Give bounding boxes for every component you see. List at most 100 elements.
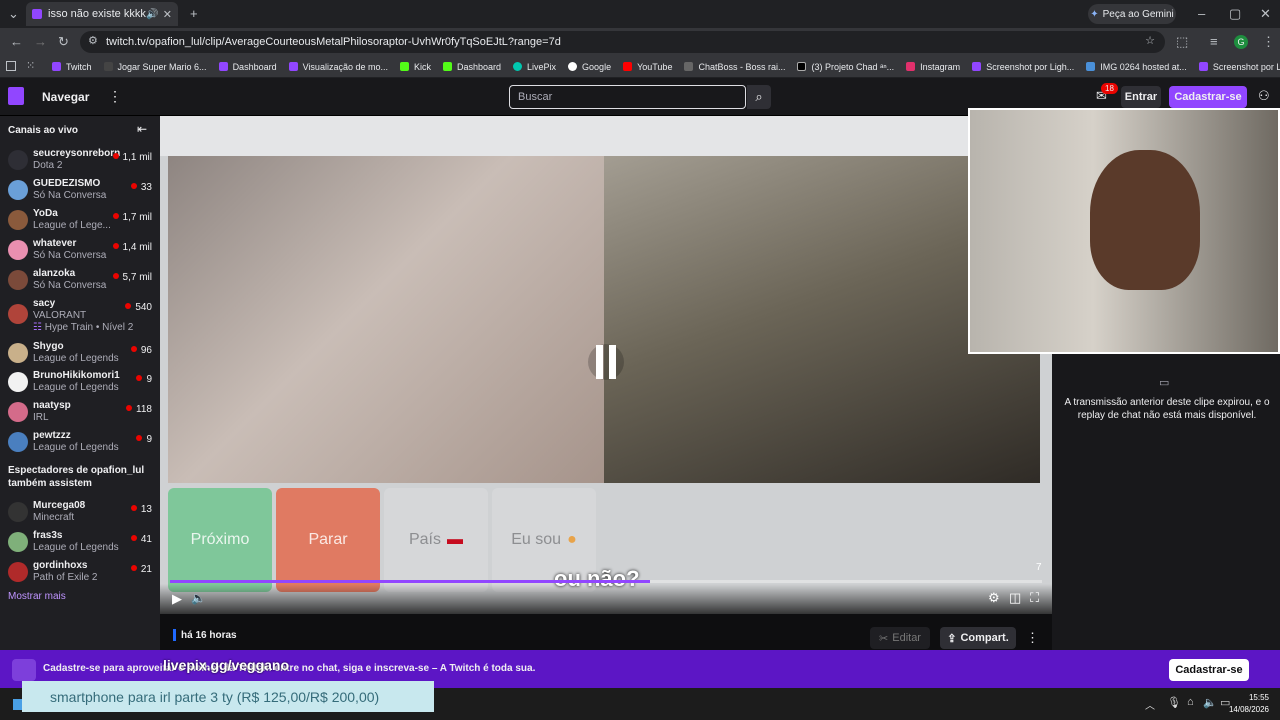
channel-avatar (8, 532, 28, 552)
pause-overlay-button[interactable] (588, 344, 624, 380)
streamer-face (1090, 150, 1200, 290)
sidebar-channel-item[interactable]: sacy VALORANT ☷ Hype Train • Nível 2 540 (0, 296, 160, 336)
forward-icon[interactable]: → (34, 28, 47, 56)
bookmark-item[interactable]: Kick (399, 62, 431, 72)
bookmark-item[interactable]: Google (568, 62, 611, 72)
speaker-icon[interactable]: 🔈 (1203, 696, 1217, 709)
bookmark-item[interactable]: Dashboard (218, 62, 277, 72)
channel-game: League of Legends (33, 442, 119, 453)
profile-avatar[interactable]: G (1234, 35, 1248, 49)
show-more-link[interactable]: Mostrar mais (8, 591, 66, 602)
banner-text: Cadastre-se para aproveitar o melhor da … (43, 663, 536, 674)
tab-search-icon[interactable]: ⌄ (8, 0, 19, 28)
gemini-button[interactable]: ✦ Peça ao Gemini (1088, 4, 1176, 24)
reading-list-icon[interactable]: ≡ (1210, 28, 1218, 56)
fullscreen-icon[interactable]: ⛶ (1030, 590, 1039, 606)
clock-time[interactable]: 15:55 (1243, 693, 1269, 702)
tray-chevron-icon[interactable]: ︿ (1145, 697, 1155, 712)
back-icon[interactable]: ← (10, 28, 23, 56)
pause-icon (596, 345, 616, 379)
bookmark-item[interactable]: IMG 0264 hosted at... (1086, 62, 1187, 72)
sidebar-channel-item[interactable]: gordinhoxs Path of Exile 2 21 (0, 558, 160, 588)
sidebar-channel-item[interactable]: seucreysonreborn Dota 2 1,1 mil (0, 146, 160, 176)
bookmark-item[interactable]: YouTube (623, 62, 672, 72)
tab-close-icon[interactable]: ✕ (163, 8, 172, 21)
bookmark-item[interactable]: Visualização de mo... (288, 62, 388, 72)
channel-avatar (8, 210, 28, 230)
bookmark-item[interactable]: Screenshot por Ligh... (972, 62, 1074, 72)
reload-icon[interactable]: ↻ (58, 28, 69, 56)
viewer-count: 21 (131, 564, 152, 575)
channel-game: League of Legends (33, 542, 119, 553)
sidebar-channel-item[interactable]: Shygo League of Legends 96 (0, 339, 160, 369)
settings-icon[interactable]: ⚙ (988, 590, 1000, 606)
sidebar-channel-item[interactable]: naatysp IRL 118 (0, 398, 160, 428)
channel-game: Só Na Conversa (33, 280, 107, 291)
bookmark-item[interactable]: Dashboard (443, 62, 501, 72)
play-icon[interactable]: ▶ (172, 591, 182, 607)
bookmark-item[interactable]: Twitch (52, 62, 92, 72)
maximize-icon[interactable]: ▢ (1229, 0, 1241, 28)
bookmark-star-icon[interactable]: ☆ (1145, 34, 1155, 47)
share-button[interactable]: ⇪ Compart. (940, 627, 1016, 649)
window-close-icon[interactable]: ✕ (1260, 0, 1271, 28)
minimize-icon[interactable]: – (1198, 0, 1205, 28)
bookmark-item[interactable]: LivePix (513, 62, 556, 72)
search-button[interactable]: ⌕ (747, 85, 771, 109)
channel-name: sacy (33, 298, 56, 309)
hype-train-label: ☷ Hype Train • Nível 2 (33, 322, 134, 333)
sidebar-header: Canais ao vivo (8, 125, 79, 136)
site-info-icon[interactable]: ⚙ (88, 34, 98, 47)
twitch-logo-icon[interactable] (8, 87, 24, 105)
sidebar-channel-item[interactable]: alanzoka Só Na Conversa 5,7 mil (0, 266, 160, 296)
video-browser-frame (160, 116, 1052, 156)
collapse-sidebar-icon[interactable]: ⇤ (137, 122, 147, 136)
channel-name: GUEDEZISMO (33, 178, 101, 189)
theatre-mode-icon[interactable]: ◫ (1009, 590, 1021, 606)
bookmark-item[interactable]: (3) Projeto Chad ᵃⁿ... (797, 62, 894, 72)
channel-game: Path of Exile 2 (33, 572, 98, 583)
banner-signup-button[interactable]: Cadastrar-se (1169, 659, 1249, 681)
edit-clip-button[interactable]: ✂ Editar (870, 627, 930, 649)
channel-avatar (8, 562, 28, 582)
bookmark-item[interactable]: Screenshot por Ligh... (1198, 62, 1280, 72)
volume-icon[interactable]: 🔈 (191, 591, 206, 605)
signup-button[interactable]: Cadastrar-se (1169, 86, 1247, 108)
apps-grid-icon[interactable]: ⁙ (26, 59, 35, 72)
sidebar-channel-item[interactable]: GUEDEZISMO Só Na Conversa 33 (0, 176, 160, 206)
sidebar-channel-item[interactable]: Murcega08 Minecraft 13 (0, 498, 160, 528)
microphone-icon[interactable]: 🎙 (1167, 696, 1181, 709)
url-field[interactable]: ⚙ twitch.tv/opafion_lul/clip/AverageCour… (80, 31, 1165, 53)
login-button[interactable]: Entrar (1121, 86, 1161, 108)
bookmark-item[interactable]: ChatBoss - Boss rai... (684, 62, 785, 72)
sidebar-channel-item[interactable]: YoDa League of Lege... 1,7 mil (0, 206, 160, 236)
viewer-count: 1,1 mil (113, 152, 152, 163)
sidebar-channel-item[interactable]: whatever Só Na Conversa 1,4 mil (0, 236, 160, 266)
video-player[interactable]: Próximo Parar País ▬ Eu sou ● ou não? 7 ▶ … (160, 116, 1052, 614)
tab-audio-icon[interactable]: 🔊 (146, 9, 158, 20)
viewer-count: 9 (136, 434, 152, 445)
sidebar-toggle-icon[interactable] (6, 61, 16, 71)
new-tab-icon[interactable]: + (190, 0, 198, 28)
gemini-label: Peça ao Gemini (1102, 8, 1174, 20)
spain-flag-icon: ▬ (447, 531, 463, 548)
extensions-icon[interactable]: ⬚ (1176, 28, 1188, 56)
bookmark-item[interactable]: Jogar Super Mario 6... (103, 62, 207, 72)
search-input[interactable]: Buscar (509, 85, 746, 109)
chrome-menu-icon[interactable]: ⋮ (1262, 28, 1275, 56)
more-options-icon[interactable]: ⋮ (1026, 630, 1039, 646)
sidebar-channel-item[interactable]: fras3s League of Legends 41 (0, 528, 160, 558)
bookmark-item[interactable]: Instagram (906, 62, 960, 72)
livepix-overlay-text: livepix.gg/veggano (163, 657, 290, 673)
channel-name: gordinhoxs (33, 560, 88, 571)
clock-date[interactable]: 14/08/2026 (1225, 705, 1269, 714)
browser-tab[interactable]: isso não existe kkkkkkkkkk 🔊 ✕ (26, 2, 178, 26)
more-menu-icon[interactable]: ⋮ (108, 88, 122, 105)
user-menu-icon[interactable]: ⚇ (1258, 88, 1270, 104)
sidebar-channel-item[interactable]: BrunoHikikomori1 League of Legends 9 (0, 368, 160, 398)
progress-track[interactable] (170, 580, 1042, 583)
sidebar-channel-item[interactable]: pewtzzz League of Legends 9 (0, 428, 160, 458)
browse-link[interactable]: Navegar (42, 90, 89, 104)
network-icon[interactable]: ⌂ (1187, 696, 1194, 708)
search-icon: ⌕ (755, 89, 763, 104)
